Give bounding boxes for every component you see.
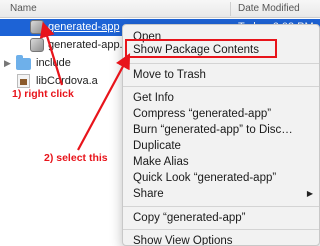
annotation-step1-label: 1) right click bbox=[12, 88, 74, 100]
annotation-step2-label: 2) select this bbox=[44, 152, 108, 164]
annotation-arrow-select bbox=[77, 53, 131, 151]
annotation-arrows bbox=[39, 21, 131, 151]
annotation-arrow-right-click bbox=[39, 21, 64, 86]
